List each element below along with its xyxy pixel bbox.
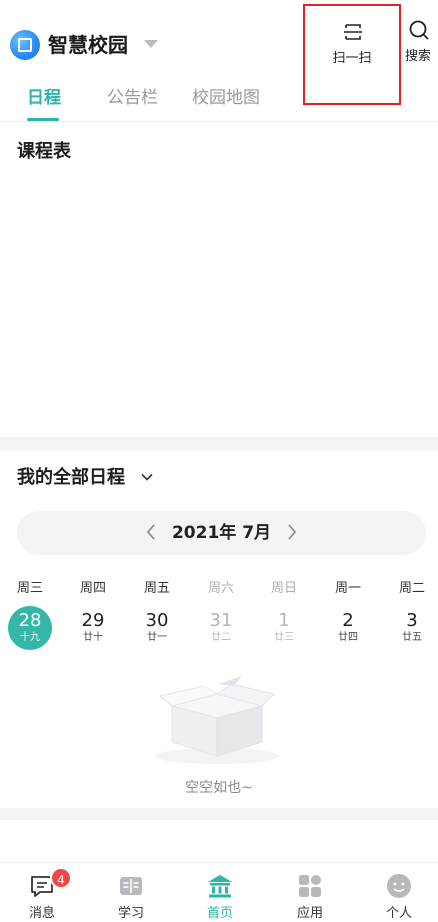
date-number: 30 [145, 610, 169, 631]
date-cell-selected[interactable]: 28 十九 [8, 606, 52, 650]
timetable-title: 课程表 [17, 141, 71, 162]
weekday-label: 周一 [334, 581, 361, 596]
month-label: 2021年 7月 [171, 523, 272, 543]
scan-label: 扫一扫 [332, 51, 372, 66]
lunar-date: 廿二 [211, 632, 231, 643]
date-strip: 28 十九 29 廿十 30 廿一 31 廿二 1 廿三 2 廿四 3 廿五 [0, 606, 438, 654]
weekday-label: 周五 [143, 581, 170, 596]
month-selector: 2021年 7月 [17, 511, 426, 555]
scan-icon [344, 24, 362, 40]
app-title[interactable]: 智慧校园 [48, 30, 128, 60]
tab-campus-map[interactable]: 校园地图 [192, 84, 260, 112]
apps-icon [299, 875, 321, 897]
home-icon [208, 875, 232, 898]
empty-state-text: 空空如也~ [185, 780, 253, 796]
chevron-right-icon[interactable] [286, 522, 298, 542]
nav-profile[interactable]: 个人 [369, 871, 429, 922]
divider [0, 121, 438, 122]
app-logo [10, 30, 40, 60]
weekday-label: 周三 [16, 581, 43, 596]
lunar-date: 廿一 [147, 632, 167, 643]
nav-label: 消息 [28, 906, 55, 921]
search-icon [409, 20, 429, 40]
lunar-date: 十九 [20, 632, 40, 643]
chevron-down-icon[interactable] [141, 471, 153, 483]
caret-down-icon[interactable] [144, 40, 158, 48]
tab-schedule[interactable]: 日程 [27, 84, 61, 112]
tab-bar: 日程 公告栏 校园地图 [0, 84, 438, 121]
weekday-label: 周二 [398, 581, 425, 596]
section-separator [0, 808, 438, 820]
date-cell[interactable]: 31 廿二 [199, 606, 243, 650]
lunar-date: 廿三 [274, 632, 294, 643]
profile-icon [387, 874, 411, 898]
unread-badge: 4 [50, 867, 72, 889]
date-cell[interactable]: 2 廿四 [326, 606, 370, 650]
date-number: 31 [209, 610, 233, 631]
nav-label: 应用 [296, 906, 323, 921]
search-button[interactable]: 搜索 [402, 18, 434, 68]
tab-bulletin[interactable]: 公告栏 [107, 84, 158, 112]
nav-messages[interactable]: 4 消息 [12, 867, 72, 922]
lunar-date: 廿五 [402, 632, 422, 643]
lunar-date: 廿十 [83, 632, 103, 643]
lunar-date: 廿四 [338, 632, 358, 643]
weekday-header: 周三 周四 周五 周六 周日 周一 周二 [0, 577, 438, 601]
empty-box-illustration [155, 676, 279, 764]
weekday-label: 周日 [270, 581, 297, 596]
date-cell[interactable]: 1 廿三 [262, 606, 306, 650]
date-number: 29 [81, 610, 105, 631]
date-number: 2 [342, 610, 354, 631]
date-cell[interactable]: 3 廿五 [390, 606, 434, 650]
weekday-label: 周六 [207, 581, 234, 596]
book-icon [120, 877, 142, 895]
weekday-label: 周四 [79, 581, 106, 596]
nav-home[interactable]: 首页 [190, 871, 250, 922]
date-cell[interactable]: 29 廿十 [71, 606, 115, 650]
nav-apps[interactable]: 应用 [280, 871, 340, 922]
nav-label: 个人 [385, 906, 412, 921]
date-number: 3 [406, 610, 418, 631]
bottom-nav: 4 消息 学习 首页 应用 个人 [0, 862, 438, 922]
nav-label: 首页 [206, 906, 233, 921]
date-number: 28 [18, 610, 42, 631]
nav-study[interactable]: 学习 [101, 871, 161, 922]
date-number: 1 [278, 610, 290, 631]
my-schedule-title[interactable]: 我的全部日程 [17, 466, 125, 490]
section-separator [0, 437, 438, 450]
date-cell[interactable]: 30 廿一 [135, 606, 179, 650]
chevron-left-icon[interactable] [145, 522, 157, 542]
search-label: 搜索 [404, 49, 431, 64]
nav-label: 学习 [117, 906, 144, 921]
